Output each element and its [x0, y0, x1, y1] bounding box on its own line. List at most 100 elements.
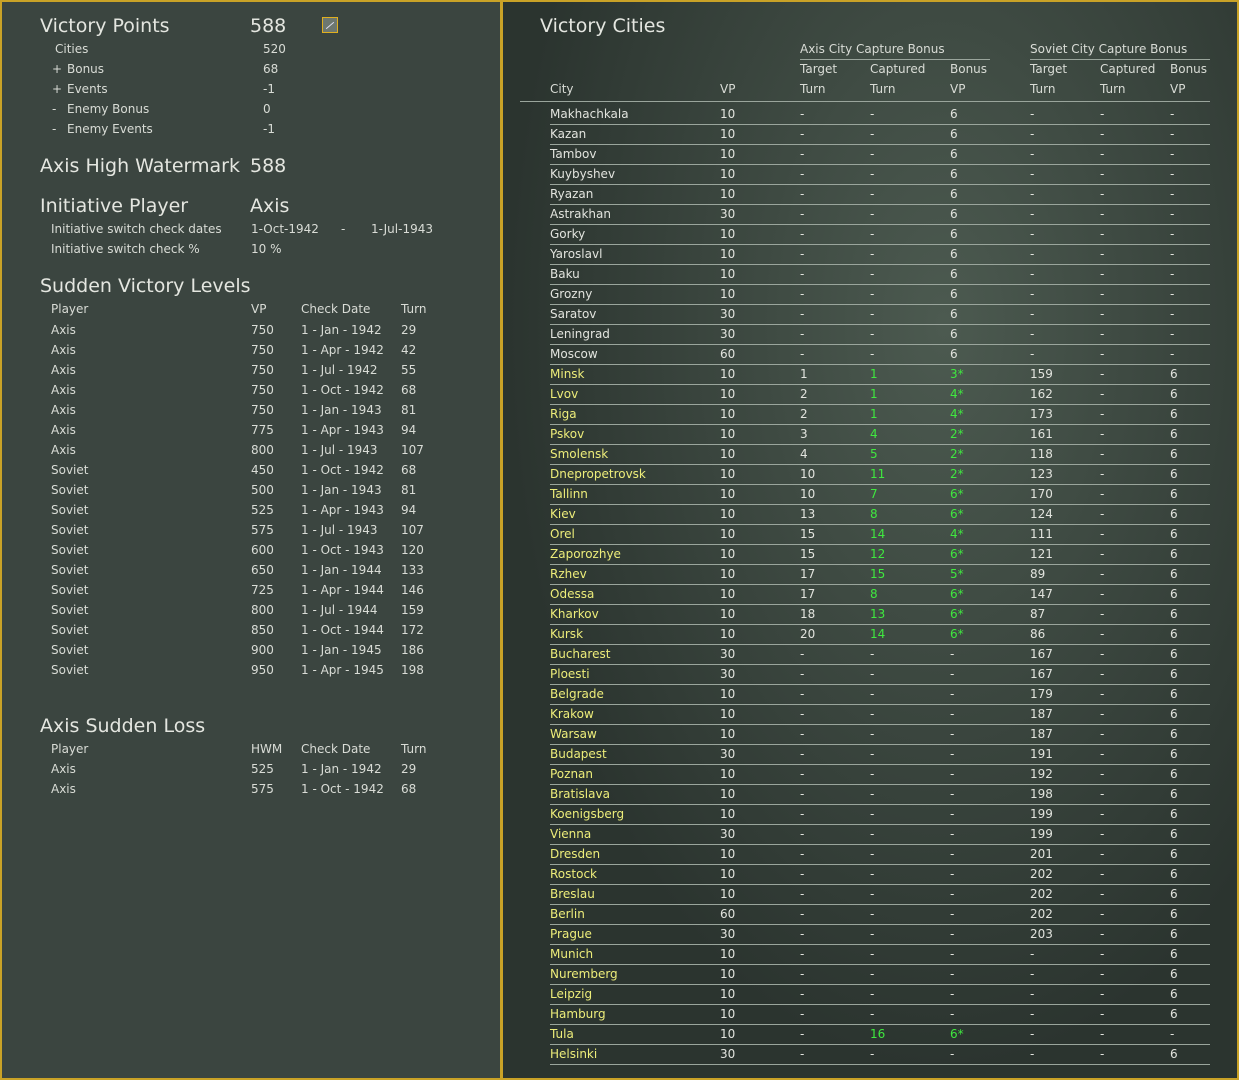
- city-cell: 6: [950, 207, 958, 221]
- table-cell: 1 - Jan - 1945: [301, 643, 382, 657]
- city-cell: -: [1100, 307, 1105, 321]
- city-cell: 6: [950, 347, 958, 361]
- city-cell: 10: [720, 127, 736, 141]
- city-cell: 4*: [950, 407, 964, 421]
- city-cell: -: [1100, 927, 1105, 941]
- column-header: Turn: [1030, 82, 1056, 96]
- city-row: Breslau 10 - - - 202 - 6: [503, 884, 1237, 905]
- city-cell: 4: [870, 427, 878, 441]
- city-cell: 10: [720, 187, 736, 201]
- victory-cities-title: Victory Cities: [540, 15, 666, 37]
- table-cell: 1 - Apr - 1942: [301, 343, 384, 357]
- vp-value: 520: [263, 42, 286, 56]
- city-cell: -: [950, 687, 955, 701]
- city-cell: -: [950, 747, 955, 761]
- vp-label: Cities: [55, 42, 89, 56]
- city-cell: 13: [870, 607, 886, 621]
- city-row: Warsaw 10 - - - 187 - 6: [503, 724, 1237, 745]
- city-cell: -: [870, 647, 875, 661]
- table-header: Check Date: [301, 742, 371, 756]
- city-row: Tallinn 10 10 7 6* 170 - 6: [503, 484, 1237, 505]
- table-cell: Axis: [51, 323, 76, 337]
- city-cell: 89: [1030, 567, 1046, 581]
- city-cell: -: [1100, 827, 1105, 841]
- city-cell: 3: [800, 427, 808, 441]
- city-cell: -: [1170, 327, 1175, 341]
- city-cell: -: [1100, 187, 1105, 201]
- city-cell: -: [950, 927, 955, 941]
- city-cell: -: [950, 807, 955, 821]
- city-cell: -: [1100, 727, 1105, 741]
- city-cell: 10: [720, 507, 736, 521]
- city-cell: -: [1100, 547, 1105, 561]
- table-cell: 68: [401, 463, 417, 477]
- city-cell: 198: [1030, 787, 1053, 801]
- axis-bonus-group-header: Axis City Capture Bonus: [800, 42, 945, 56]
- city-cell: 10: [720, 287, 736, 301]
- city-cell: 6*: [950, 507, 964, 521]
- initiative-pct: 10 %: [251, 242, 282, 256]
- city-cell: 2: [800, 387, 808, 401]
- city-cell: 118: [1030, 447, 1053, 461]
- city-cell: 10: [720, 727, 736, 741]
- city-cell: 17: [800, 567, 816, 581]
- city-cell: Kiev: [550, 507, 576, 521]
- city-cell: -: [1100, 887, 1105, 901]
- table-cell: 750: [251, 383, 274, 397]
- victory-summary-panel: Victory Points 588 Cities 520 + Bonus 68 + Eve…: [0, 0, 502, 1080]
- table-cell: Soviet: [51, 483, 89, 497]
- city-cell: Pskov: [550, 427, 585, 441]
- table-cell: Soviet: [51, 663, 89, 677]
- table-cell: 159: [401, 603, 424, 617]
- city-cell: -: [870, 847, 875, 861]
- city-cell: -: [1100, 247, 1105, 261]
- city-cell: -: [1100, 1027, 1105, 1041]
- city-cell: 11: [870, 467, 886, 481]
- city-cell: -: [1100, 607, 1105, 621]
- table-cell: 575: [251, 782, 274, 796]
- city-cell: 6: [1170, 627, 1178, 641]
- city-cell: 121: [1030, 547, 1053, 561]
- city-row: Moscow 60 - - 6 - - -: [503, 344, 1237, 365]
- table-cell: 725: [251, 583, 274, 597]
- chart-graph-icon[interactable]: [322, 17, 338, 33]
- table-cell: 1 - Jul - 1942: [301, 363, 378, 377]
- city-cell: Hamburg: [550, 1007, 606, 1021]
- city-cell: -: [870, 207, 875, 221]
- city-cell: Nuremberg: [550, 967, 618, 981]
- city-cell: -: [800, 307, 805, 321]
- city-cell: -: [1100, 647, 1105, 661]
- city-cell: 10: [720, 607, 736, 621]
- table-cell: Axis: [51, 762, 76, 776]
- city-cell: 14: [870, 527, 886, 541]
- table-cell: 107: [401, 443, 424, 457]
- city-cell: -: [870, 167, 875, 181]
- city-cell: -: [800, 987, 805, 1001]
- city-cell: 6: [1170, 807, 1178, 821]
- initiative-player: Axis: [250, 195, 290, 217]
- city-cell: Tambov: [550, 147, 597, 161]
- city-cell: -: [1030, 227, 1035, 241]
- city-cell: -: [870, 767, 875, 781]
- city-row: Rzhev 10 17 15 5* 89 - 6: [503, 564, 1237, 585]
- city-cell: Ryazan: [550, 187, 594, 201]
- city-cell: -: [800, 727, 805, 741]
- city-cell: 10: [720, 487, 736, 501]
- city-cell: -: [870, 187, 875, 201]
- table-cell: 94: [401, 503, 417, 517]
- city-row: Krakow 10 - - - 187 - 6: [503, 704, 1237, 725]
- city-cell: -: [1100, 807, 1105, 821]
- city-cell: -: [1030, 167, 1035, 181]
- city-cell: -: [1030, 247, 1035, 261]
- city-cell: 199: [1030, 807, 1053, 821]
- city-cell: Bucharest: [550, 647, 611, 661]
- city-cell: -: [1030, 347, 1035, 361]
- city-cell: -: [800, 707, 805, 721]
- city-cell: Poznan: [550, 767, 594, 781]
- city-cell: -: [1170, 187, 1175, 201]
- column-header: Turn: [800, 82, 826, 96]
- city-row: Lvov 10 2 1 4* 162 - 6: [503, 384, 1237, 405]
- city-cell: -: [800, 127, 805, 141]
- city-cell: -: [1170, 307, 1175, 321]
- table-cell: Soviet: [51, 523, 89, 537]
